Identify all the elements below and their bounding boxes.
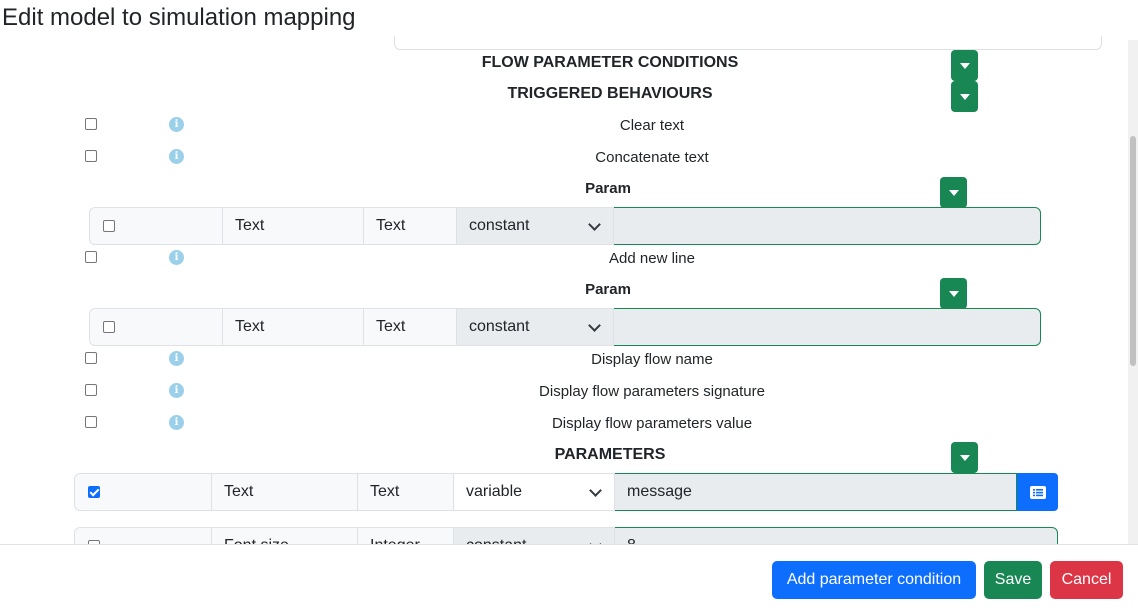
parameter-type: Text	[357, 473, 454, 511]
top-field-edge	[394, 36, 1102, 50]
param-row: Text Text constant	[89, 207, 1041, 245]
scrollbar-thumb[interactable]	[1130, 136, 1136, 366]
param-mode-value: constant	[469, 217, 530, 234]
param-row: Text Text constant	[89, 308, 1041, 346]
param-name: Text	[222, 207, 364, 245]
scrollbar[interactable]	[1128, 40, 1138, 544]
section-parameters: PARAMETERS	[554, 446, 666, 463]
param-select-cell	[89, 308, 223, 346]
chevron-down-icon	[589, 484, 602, 497]
behaviour-label-clear-text: Clear text	[619, 117, 685, 134]
modal-body: FLOW PARAMETER CONDITIONS TRIGGERED BEHA…	[0, 0, 1128, 544]
behaviour-checkbox-concatenate-text[interactable]	[85, 150, 97, 162]
parameter-name: Font size	[211, 527, 358, 544]
param-checkbox[interactable]	[103, 220, 115, 232]
behaviour-label-display-flow-parameters-signature: Display flow parameters signature	[539, 383, 765, 400]
info-icon[interactable]: i	[169, 117, 184, 132]
param-header: Param	[585, 281, 631, 298]
behaviour-checkbox-display-flow-name[interactable]	[85, 352, 97, 364]
parameter-mode-value: variable	[466, 483, 523, 500]
chevron-down-icon	[588, 218, 601, 231]
add-parameter-condition-button[interactable]: Add parameter condition	[772, 561, 976, 599]
parameter-row: Font size Integer constant 8	[74, 527, 1058, 544]
info-icon[interactable]: i	[169, 415, 184, 430]
param-mode-select[interactable]: constant	[456, 308, 614, 346]
info-icon[interactable]: i	[169, 383, 184, 398]
section-flow-parameter-conditions: FLOW PARAMETER CONDITIONS	[481, 54, 739, 71]
behaviour-checkbox-display-flow-parameters-value[interactable]	[85, 416, 97, 428]
parameter-checkbox[interactable]	[88, 486, 100, 498]
param-type: Text	[363, 207, 457, 245]
param-name: Text	[222, 308, 364, 346]
info-icon[interactable]: i	[169, 351, 184, 366]
list-icon	[1029, 485, 1046, 499]
param-toggle-button[interactable]	[940, 177, 967, 208]
cancel-button[interactable]: Cancel	[1050, 561, 1123, 599]
behaviour-label-display-flow-name: Display flow name	[591, 351, 713, 368]
param-mode-value: constant	[469, 318, 530, 335]
parameter-select-cell	[74, 473, 212, 511]
param-header: Param	[585, 180, 631, 197]
behaviour-label-add-new-line: Add new line	[609, 250, 695, 267]
triggered-behaviours-toggle-button[interactable]	[951, 81, 978, 112]
parameter-mode-select[interactable]: variable	[453, 473, 615, 511]
behaviour-checkbox-display-flow-parameters-signature[interactable]	[85, 384, 97, 396]
flow-conditions-toggle-button[interactable]	[951, 50, 978, 81]
behaviour-checkbox-add-new-line[interactable]	[85, 251, 97, 263]
behaviour-label-display-flow-parameters-value: Display flow parameters value	[551, 415, 753, 432]
param-toggle-button[interactable]	[940, 278, 967, 309]
parameter-value-input[interactable]: 8	[614, 527, 1058, 544]
parameter-value-input[interactable]: message	[614, 473, 1017, 511]
section-triggered-behaviours: TRIGGERED BEHAVIOURS	[507, 85, 713, 102]
param-value-input[interactable]	[613, 207, 1041, 245]
info-icon[interactable]: i	[169, 149, 184, 164]
parameters-toggle-button[interactable]	[951, 442, 978, 473]
param-mode-select[interactable]: constant	[456, 207, 614, 245]
parameter-row: Text Text variable message	[74, 473, 1058, 511]
parameter-mode-value: constant	[466, 537, 526, 544]
param-value-input[interactable]	[613, 308, 1041, 346]
variable-list-button[interactable]	[1017, 473, 1058, 511]
param-checkbox[interactable]	[103, 321, 115, 333]
info-icon[interactable]: i	[169, 250, 184, 265]
parameter-mode-select[interactable]: constant	[453, 527, 615, 544]
chevron-down-icon	[588, 319, 601, 332]
parameter-select-cell	[74, 527, 212, 544]
param-type: Text	[363, 308, 457, 346]
parameter-name: Text	[211, 473, 358, 511]
behaviour-label-concatenate-text: Concatenate text	[595, 149, 709, 166]
parameter-type: Integer	[357, 527, 454, 544]
param-select-cell	[89, 207, 223, 245]
behaviour-checkbox-clear-text[interactable]	[85, 118, 97, 130]
save-button[interactable]: Save	[984, 561, 1042, 599]
